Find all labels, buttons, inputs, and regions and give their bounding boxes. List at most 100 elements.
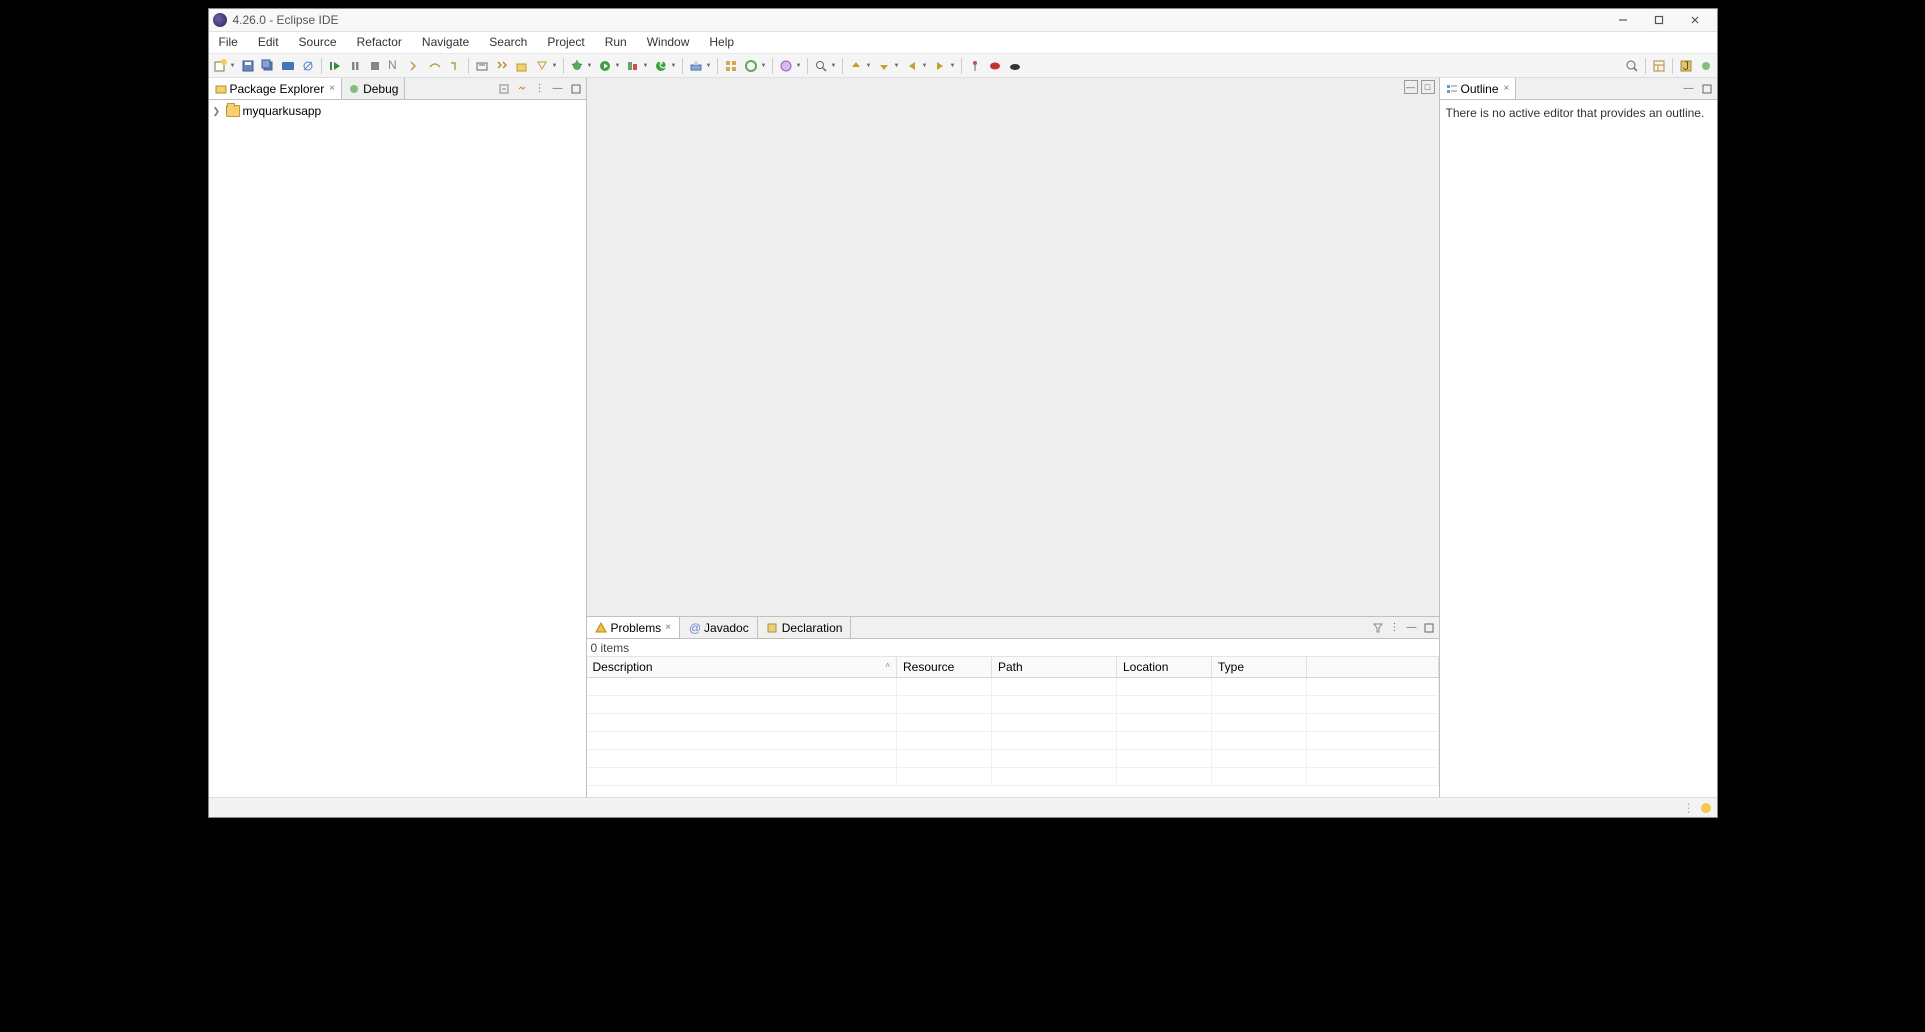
close-icon[interactable]: × [665, 622, 671, 633]
editor-area[interactable]: — □ [587, 78, 1439, 617]
minimize-editor-button[interactable]: — [1404, 80, 1418, 94]
maximize-view-button[interactable] [568, 81, 584, 97]
run-last-button[interactable]: ↻ [652, 57, 678, 75]
minimize-view-button[interactable]: — [1681, 81, 1697, 97]
maximize-button[interactable] [1641, 9, 1677, 31]
skip-breakpoints-button[interactable] [299, 57, 317, 75]
tip-bulb-icon[interactable] [1701, 803, 1711, 813]
table-row[interactable] [587, 678, 1439, 696]
close-button[interactable] [1677, 9, 1713, 31]
tab-problems[interactable]: Problems × [587, 617, 681, 638]
save-button[interactable] [239, 57, 257, 75]
prev-annotation-button[interactable] [875, 57, 901, 75]
collapse-all-button[interactable] [496, 81, 512, 97]
col-description[interactable]: Description˄ [587, 657, 897, 678]
view-menu-button[interactable]: ⋮ [532, 81, 548, 97]
menu-help[interactable]: Help [699, 32, 744, 53]
resume-button[interactable] [326, 57, 344, 75]
package-explorer-icon [215, 83, 227, 95]
new-class-button[interactable] [777, 57, 803, 75]
table-row[interactable] [587, 750, 1439, 768]
cloud-icon[interactable] [1006, 57, 1024, 75]
menu-refactor[interactable]: Refactor [347, 32, 412, 53]
titlebar[interactable]: 4.26.0 - Eclipse IDE [209, 9, 1717, 32]
status-menu-icon[interactable]: ⋮ [1683, 801, 1695, 815]
maximize-view-button[interactable] [1699, 81, 1715, 97]
tree-item-project[interactable]: ❯ myquarkusapp [209, 102, 586, 120]
search-button[interactable] [812, 57, 838, 75]
table-row[interactable] [587, 714, 1439, 732]
chevron-right-icon[interactable]: ❯ [213, 106, 223, 117]
open-perspective-button[interactable] [1650, 57, 1668, 75]
forward-button[interactable] [931, 57, 957, 75]
menu-source[interactable]: Source [289, 32, 347, 53]
close-icon[interactable]: × [1504, 83, 1510, 94]
coverage-button[interactable] [624, 57, 650, 75]
problems-table[interactable]: Description˄ Resource Path Location Type [587, 657, 1439, 797]
menu-navigate[interactable]: Navigate [412, 32, 479, 53]
disconnect-button[interactable]: N [386, 57, 404, 75]
javadoc-icon: @ [688, 622, 700, 634]
debug-button[interactable] [568, 57, 594, 75]
col-path[interactable]: Path [992, 657, 1117, 678]
table-row[interactable] [587, 696, 1439, 714]
open-type-button[interactable] [513, 57, 531, 75]
step-over-button[interactable] [426, 57, 444, 75]
use-step-filters-button[interactable] [493, 57, 511, 75]
terminate-button[interactable] [366, 57, 384, 75]
col-type[interactable]: Type [1212, 657, 1307, 678]
toolbar-separator [717, 58, 718, 74]
toggle-breadcrumb-button[interactable] [279, 57, 297, 75]
toolbar-separator [807, 58, 808, 74]
next-annotation-button[interactable] [847, 57, 873, 75]
menu-edit[interactable]: Edit [248, 32, 289, 53]
link-editor-button[interactable] [514, 81, 530, 97]
tab-javadoc[interactable]: @ Javadoc [680, 617, 758, 638]
table-row[interactable] [587, 732, 1439, 750]
outline-message: There is no active editor that provides … [1446, 106, 1705, 120]
debug-perspective-button[interactable] [1697, 57, 1715, 75]
maximize-editor-button[interactable]: □ [1421, 80, 1435, 94]
package-explorer-tree[interactable]: ❯ myquarkusapp [209, 100, 586, 797]
minimize-button[interactable] [1605, 9, 1641, 31]
drop-to-frame-button[interactable] [473, 57, 491, 75]
tab-label: Problems [611, 621, 662, 635]
view-menu-button[interactable]: ⋮ [1388, 621, 1402, 635]
new-java-package-button[interactable] [742, 57, 768, 75]
open-task-button[interactable] [533, 57, 559, 75]
col-resource[interactable]: Resource [897, 657, 992, 678]
redhat-icon[interactable] [986, 57, 1004, 75]
debug-icon [348, 83, 360, 95]
col-location[interactable]: Location [1117, 657, 1212, 678]
tab-outline[interactable]: Outline × [1440, 78, 1517, 99]
table-row[interactable] [587, 768, 1439, 786]
run-button[interactable] [596, 57, 622, 75]
new-button[interactable] [211, 57, 237, 75]
back-button[interactable] [903, 57, 929, 75]
maximize-view-button[interactable] [1422, 621, 1436, 635]
menu-run[interactable]: Run [595, 32, 637, 53]
tab-debug[interactable]: Debug [342, 78, 405, 99]
external-tools-button[interactable] [687, 57, 713, 75]
java-perspective-button[interactable]: J [1677, 57, 1695, 75]
save-all-button[interactable] [259, 57, 277, 75]
step-into-button[interactable] [406, 57, 424, 75]
pin-editor-button[interactable] [966, 57, 984, 75]
menu-window[interactable]: Window [637, 32, 700, 53]
tab-package-explorer[interactable]: Package Explorer × [209, 78, 343, 99]
right-pane: Outline × — There is no active editor th… [1439, 78, 1717, 797]
menu-search[interactable]: Search [479, 32, 537, 53]
step-return-button[interactable] [446, 57, 464, 75]
minimize-view-button[interactable]: — [1405, 621, 1419, 635]
filter-button[interactable] [1371, 621, 1385, 635]
menu-file[interactable]: File [209, 32, 248, 53]
new-java-project-button[interactable] [722, 57, 740, 75]
toolbar-separator [321, 58, 322, 74]
close-icon[interactable]: × [329, 83, 335, 94]
tab-declaration[interactable]: Declaration [758, 617, 852, 638]
minimize-view-button[interactable]: — [550, 81, 566, 97]
problems-icon [595, 622, 607, 634]
quick-access-button[interactable] [1623, 57, 1641, 75]
menu-project[interactable]: Project [537, 32, 594, 53]
suspend-button[interactable] [346, 57, 364, 75]
